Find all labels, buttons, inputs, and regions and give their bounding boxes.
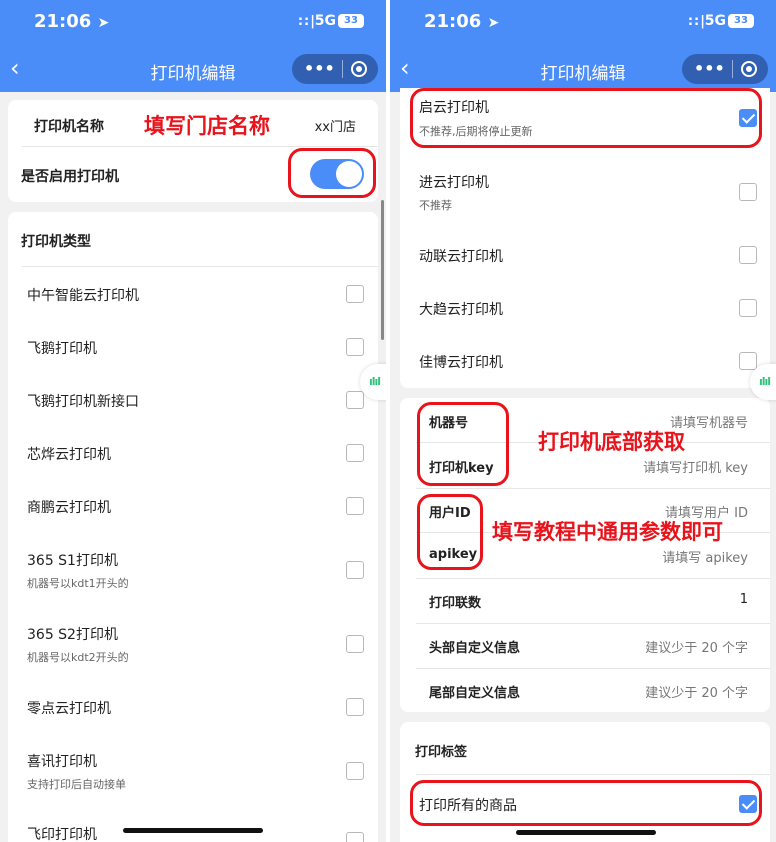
divider <box>416 578 770 579</box>
printer-type-checkbox[interactable] <box>346 561 364 579</box>
capsule-divider <box>342 60 343 78</box>
signal-icon: ::| <box>297 14 316 29</box>
printer-type-checkbox[interactable] <box>346 497 364 515</box>
voice-float-button[interactable]: ılıl <box>750 364 776 400</box>
divider <box>416 623 770 624</box>
field-input[interactable]: 1 <box>740 592 748 607</box>
enable-printer-label: 是否启用打印机 <box>21 169 119 185</box>
printer-type-note: 机器号以kdt2开头的 <box>27 651 129 664</box>
status-time: 21:06 ➤ <box>34 11 110 32</box>
annotation-general-params: 填写教程中通用参数即可 <box>492 520 723 544</box>
printer-type-name: 中午智能云打印机 <box>27 288 139 304</box>
field-label: 头部自定义信息 <box>429 641 521 656</box>
nav-bar: ‹ 打印机编辑 ••• <box>390 46 776 92</box>
printer-type-name: 喜讯打印机 <box>27 754 97 770</box>
printer-type-name: 动联云打印机 <box>419 249 503 265</box>
printer-type-header: 打印机类型 <box>21 234 91 250</box>
printer-type-note: 支持打印后自动接单 <box>27 778 126 791</box>
printer-type-name: 365 S2打印机 <box>27 627 118 643</box>
left-screen: 21:06 ➤ ::| 5G 33 ‹ 打印机编辑 ••• 打印机名称 xx门店… <box>0 0 386 842</box>
printer-type-checkbox[interactable] <box>346 635 364 653</box>
printer-type-name: 进云打印机 <box>419 175 489 191</box>
field-label: 尾部自定义信息 <box>429 686 521 701</box>
more-icon[interactable]: ••• <box>694 59 725 78</box>
printer-type-checkbox[interactable] <box>346 698 364 716</box>
printer-type-checkbox[interactable] <box>346 444 364 462</box>
close-target-icon[interactable] <box>741 61 757 77</box>
signal-icon: ::| <box>687 14 706 29</box>
printer-name-label: 打印机名称 <box>34 119 104 135</box>
field-input[interactable]: 建议少于 20 个字 <box>645 682 748 701</box>
printer-type-name: 商鹏云打印机 <box>27 500 111 516</box>
location-arrow-icon: ➤ <box>487 15 500 31</box>
mini-program-capsule: ••• <box>682 54 768 84</box>
divider <box>416 488 770 489</box>
printer-type-checkbox[interactable] <box>346 832 364 842</box>
printer-type-checkbox[interactable] <box>346 762 364 780</box>
nav-bar: ‹ 打印机编辑 ••• <box>0 46 386 92</box>
annotation-machine-bottom: 打印机底部获取 <box>538 430 685 454</box>
status-bar: 21:06 ➤ ::| 5G 33 <box>390 0 776 46</box>
location-arrow-icon: ➤ <box>97 15 110 31</box>
printer-type-name: 飞鹅打印机 <box>27 341 97 357</box>
printer-type-checkbox[interactable] <box>346 338 364 356</box>
network-label: 5G <box>704 13 726 29</box>
printer-type-note: 机器号以kdt1开头的 <box>27 577 129 590</box>
printer-type-note: 不推荐 <box>419 199 452 212</box>
status-bar: 21:06 ➤ ::| 5G 33 <box>0 0 386 46</box>
toggle-highlight-box <box>288 148 376 198</box>
voice-wave-icon: ılıl <box>369 375 381 388</box>
printer-type-name: 365 S1打印机 <box>27 553 118 569</box>
printer-type-checkbox[interactable] <box>346 391 364 409</box>
field-input[interactable]: 请填写打印机 key <box>643 457 748 476</box>
mini-program-capsule: ••• <box>292 54 378 84</box>
printer-type-name: 飞印打印机 <box>27 827 97 842</box>
printer-name-value[interactable]: xx门店 <box>315 116 356 135</box>
status-time: 21:06 ➤ <box>424 11 500 32</box>
printer-type-checkbox[interactable] <box>739 246 757 264</box>
home-indicator <box>516 830 656 835</box>
printer-type-checkbox[interactable] <box>739 352 757 370</box>
printer-type-checkbox[interactable] <box>346 285 364 303</box>
qiyun-highlight-box <box>410 88 762 148</box>
divider <box>416 668 770 669</box>
machine-key-highlight-box <box>417 402 509 486</box>
printer-type-name: 飞鹅打印机新接口 <box>27 394 139 410</box>
printer-type-name: 零点云打印机 <box>27 701 111 717</box>
battery-icon: 33 <box>728 14 754 28</box>
field-label: 打印联数 <box>429 596 482 611</box>
annotation-store-name: 填写门店名称 <box>144 114 270 138</box>
capsule-divider <box>732 60 733 78</box>
divider <box>22 146 378 147</box>
printer-type-checkbox[interactable] <box>739 183 757 201</box>
printer-type-name: 大趋云打印机 <box>419 302 503 318</box>
right-screen: 21:06 ➤ ::| 5G 33 ‹ 打印机编辑 ••• 启云打印机 不推荐,… <box>390 0 776 842</box>
voice-wave-icon: ılıl <box>759 375 771 388</box>
printer-type-card <box>8 212 378 842</box>
divider <box>22 266 378 267</box>
network-label: 5G <box>314 13 336 29</box>
battery-icon: 33 <box>338 14 364 28</box>
close-target-icon[interactable] <box>351 61 367 77</box>
scrollbar[interactable] <box>381 200 384 340</box>
print-all-highlight-box <box>410 780 762 826</box>
field-input[interactable]: 建议少于 20 个字 <box>645 637 748 656</box>
printer-type-checkbox[interactable] <box>739 299 757 317</box>
divider <box>416 774 770 775</box>
userid-apikey-highlight-box <box>417 494 483 570</box>
home-indicator <box>123 828 263 833</box>
printer-type-name: 佳博云打印机 <box>419 355 503 371</box>
printer-type-name: 芯烨云打印机 <box>27 447 111 463</box>
print-label-header: 打印标签 <box>415 745 468 760</box>
more-icon[interactable]: ••• <box>304 59 335 78</box>
field-input[interactable]: 请填写 apikey <box>662 547 748 566</box>
